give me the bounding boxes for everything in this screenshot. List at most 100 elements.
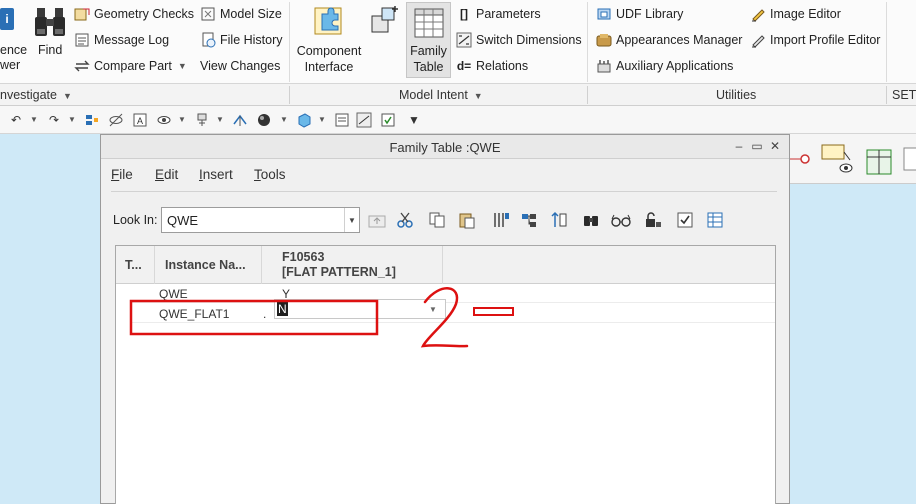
- sort-icon[interactable]: [549, 211, 569, 229]
- notes-icon[interactable]: [902, 146, 916, 176]
- toolbar-overflow-icon[interactable]: ▼: [406, 112, 422, 128]
- upper-level-icon[interactable]: [367, 211, 387, 229]
- preview-glasses-icon[interactable]: [611, 211, 631, 229]
- ribbon-cut-label-1[interactable]: ence: [0, 43, 27, 58]
- menu-tools[interactable]: Tools: [254, 167, 286, 182]
- column-header-feature-name[interactable]: [FLAT PATTERN_1]: [282, 265, 396, 279]
- chevron-down-icon[interactable]: ▼: [178, 61, 187, 71]
- save-view-icon[interactable]: [380, 112, 396, 128]
- row-1-instance-name[interactable]: QWE: [159, 287, 188, 301]
- import-profile-editor-icon: [750, 32, 766, 48]
- chevron-down-icon[interactable]: ▼: [30, 115, 38, 124]
- row-2-instance-name[interactable]: QWE_FLAT1: [159, 307, 229, 321]
- parameters-button[interactable]: [] Parameters: [456, 4, 541, 24]
- column-header-type[interactable]: T...: [125, 258, 142, 272]
- look-in-select[interactable]: QWE ▼: [161, 207, 360, 233]
- undo-icon[interactable]: ↶: [8, 112, 24, 128]
- component-interface-label-2[interactable]: Interface: [296, 60, 362, 75]
- minimize-icon[interactable]: –: [731, 138, 747, 154]
- column-header-feature-id[interactable]: F10563: [282, 250, 324, 264]
- menu-tools-label: ools: [260, 167, 286, 182]
- column-divider[interactable]: [154, 246, 155, 284]
- graphics-side-strip: [790, 134, 916, 184]
- paste-icon[interactable]: [457, 211, 477, 229]
- binoculars-icon[interactable]: [33, 5, 67, 39]
- menu-insert[interactable]: Insert: [199, 167, 233, 182]
- binoculars-icon[interactable]: [581, 211, 601, 229]
- view-changes-button[interactable]: View Changes: [200, 56, 280, 76]
- message-log-button[interactable]: Message Log: [74, 30, 169, 50]
- sketch-view-icon[interactable]: [818, 142, 854, 178]
- relations-label: Relations: [476, 59, 529, 73]
- compare-part-button[interactable]: Compare Part ▼: [74, 56, 187, 76]
- display-filter-icon[interactable]: [356, 112, 372, 128]
- model-size-button[interactable]: Model Size: [200, 4, 282, 24]
- puzzle-piece-icon[interactable]: [312, 4, 346, 38]
- lock-icon[interactable]: [643, 211, 663, 229]
- image-editor-button[interactable]: Image Editor: [750, 4, 841, 24]
- appearances-manager-label: Appearances Manager: [616, 33, 743, 47]
- column-divider[interactable]: [442, 246, 443, 284]
- model-tree-icon[interactable]: [334, 112, 350, 128]
- copy-icon[interactable]: [427, 211, 447, 229]
- geometry-checks-button[interactable]: Geometry Checks: [74, 4, 194, 24]
- family-table-icon: [413, 7, 445, 39]
- svg-text:A: A: [137, 116, 143, 126]
- maximize-icon[interactable]: ▭: [749, 138, 765, 154]
- group-settings[interactable]: SET: [892, 88, 916, 102]
- table-view-icon[interactable]: [864, 144, 894, 178]
- udf-library-button[interactable]: UDF Library: [596, 4, 683, 24]
- group-investigate[interactable]: nvestigate ▼: [0, 88, 72, 102]
- import-profile-editor-button[interactable]: Import Profile Editor: [750, 30, 880, 50]
- group-divider: [587, 86, 588, 104]
- image-editor-icon: [750, 6, 766, 22]
- auxiliary-applications-icon: [596, 58, 612, 74]
- redo-icon[interactable]: ↷: [46, 112, 62, 128]
- chevron-down-icon[interactable]: ▼: [318, 115, 326, 124]
- row-2-feature-value-editor[interactable]: N: [274, 299, 446, 319]
- relations-button[interactable]: d= Relations: [456, 56, 528, 76]
- ribbon-cut-label-2[interactable]: wer: [0, 58, 20, 73]
- group-utilities[interactable]: Utilities: [716, 88, 756, 102]
- appearances-manager-button[interactable]: Appearances Manager: [596, 30, 742, 50]
- regenerate-icon[interactable]: [84, 112, 100, 128]
- geometry-checks-label: Geometry Checks: [94, 7, 195, 21]
- auxiliary-applications-button[interactable]: Auxiliary Applications: [596, 56, 733, 76]
- eye-icon[interactable]: [156, 112, 172, 128]
- info-icon[interactable]: i: [0, 8, 14, 30]
- display-style-icon[interactable]: [256, 112, 272, 128]
- insert-columns-icon[interactable]: [491, 211, 511, 229]
- chevron-down-icon[interactable]: ▼: [178, 115, 186, 124]
- saved-orientations-icon[interactable]: [196, 112, 212, 128]
- chevron-down-icon[interactable]: ▼: [424, 299, 442, 319]
- ribbon-divider: [587, 2, 588, 82]
- group-model-intent[interactable]: Model Intent ▼: [399, 88, 483, 102]
- chevron-down-icon[interactable]: ▼: [344, 208, 359, 232]
- appearance-gallery-icon[interactable]: [296, 112, 312, 128]
- insert-grid-icon[interactable]: [370, 4, 400, 38]
- datum-display-icon[interactable]: [232, 112, 248, 128]
- annotation-display-icon[interactable]: A: [132, 112, 148, 128]
- chevron-down-icon[interactable]: ▼: [280, 115, 288, 124]
- switch-dimensions-button[interactable]: Switch Dimensions: [456, 30, 582, 50]
- column-divider[interactable]: [261, 246, 262, 284]
- column-header-instance-name[interactable]: Instance Na...: [165, 258, 246, 272]
- file-history-button[interactable]: File History: [200, 30, 283, 50]
- verify-icon[interactable]: [675, 211, 695, 229]
- datum-point-icon[interactable]: [790, 150, 814, 168]
- component-interface-label-1[interactable]: Component: [296, 44, 362, 59]
- find-label[interactable]: Find: [38, 43, 62, 58]
- family-table-button[interactable]: Family Table: [406, 2, 451, 78]
- compare-part-label: Compare Part: [94, 59, 172, 73]
- tree-columns-icon[interactable]: [519, 211, 539, 229]
- chevron-down-icon[interactable]: ▼: [216, 115, 224, 124]
- menu-edit[interactable]: Edit: [155, 167, 178, 182]
- close-icon[interactable]: ✕: [767, 138, 783, 154]
- edit-table-icon[interactable]: [705, 211, 725, 229]
- hide-icon[interactable]: [108, 112, 124, 128]
- chevron-down-icon[interactable]: ▼: [68, 115, 76, 124]
- menu-file[interactable]: File: [111, 167, 133, 182]
- dialog-title-bar[interactable]: Family Table :QWE – ▭ ✕: [101, 135, 789, 159]
- cut-icon[interactable]: [395, 211, 415, 229]
- image-editor-label: Image Editor: [770, 7, 841, 21]
